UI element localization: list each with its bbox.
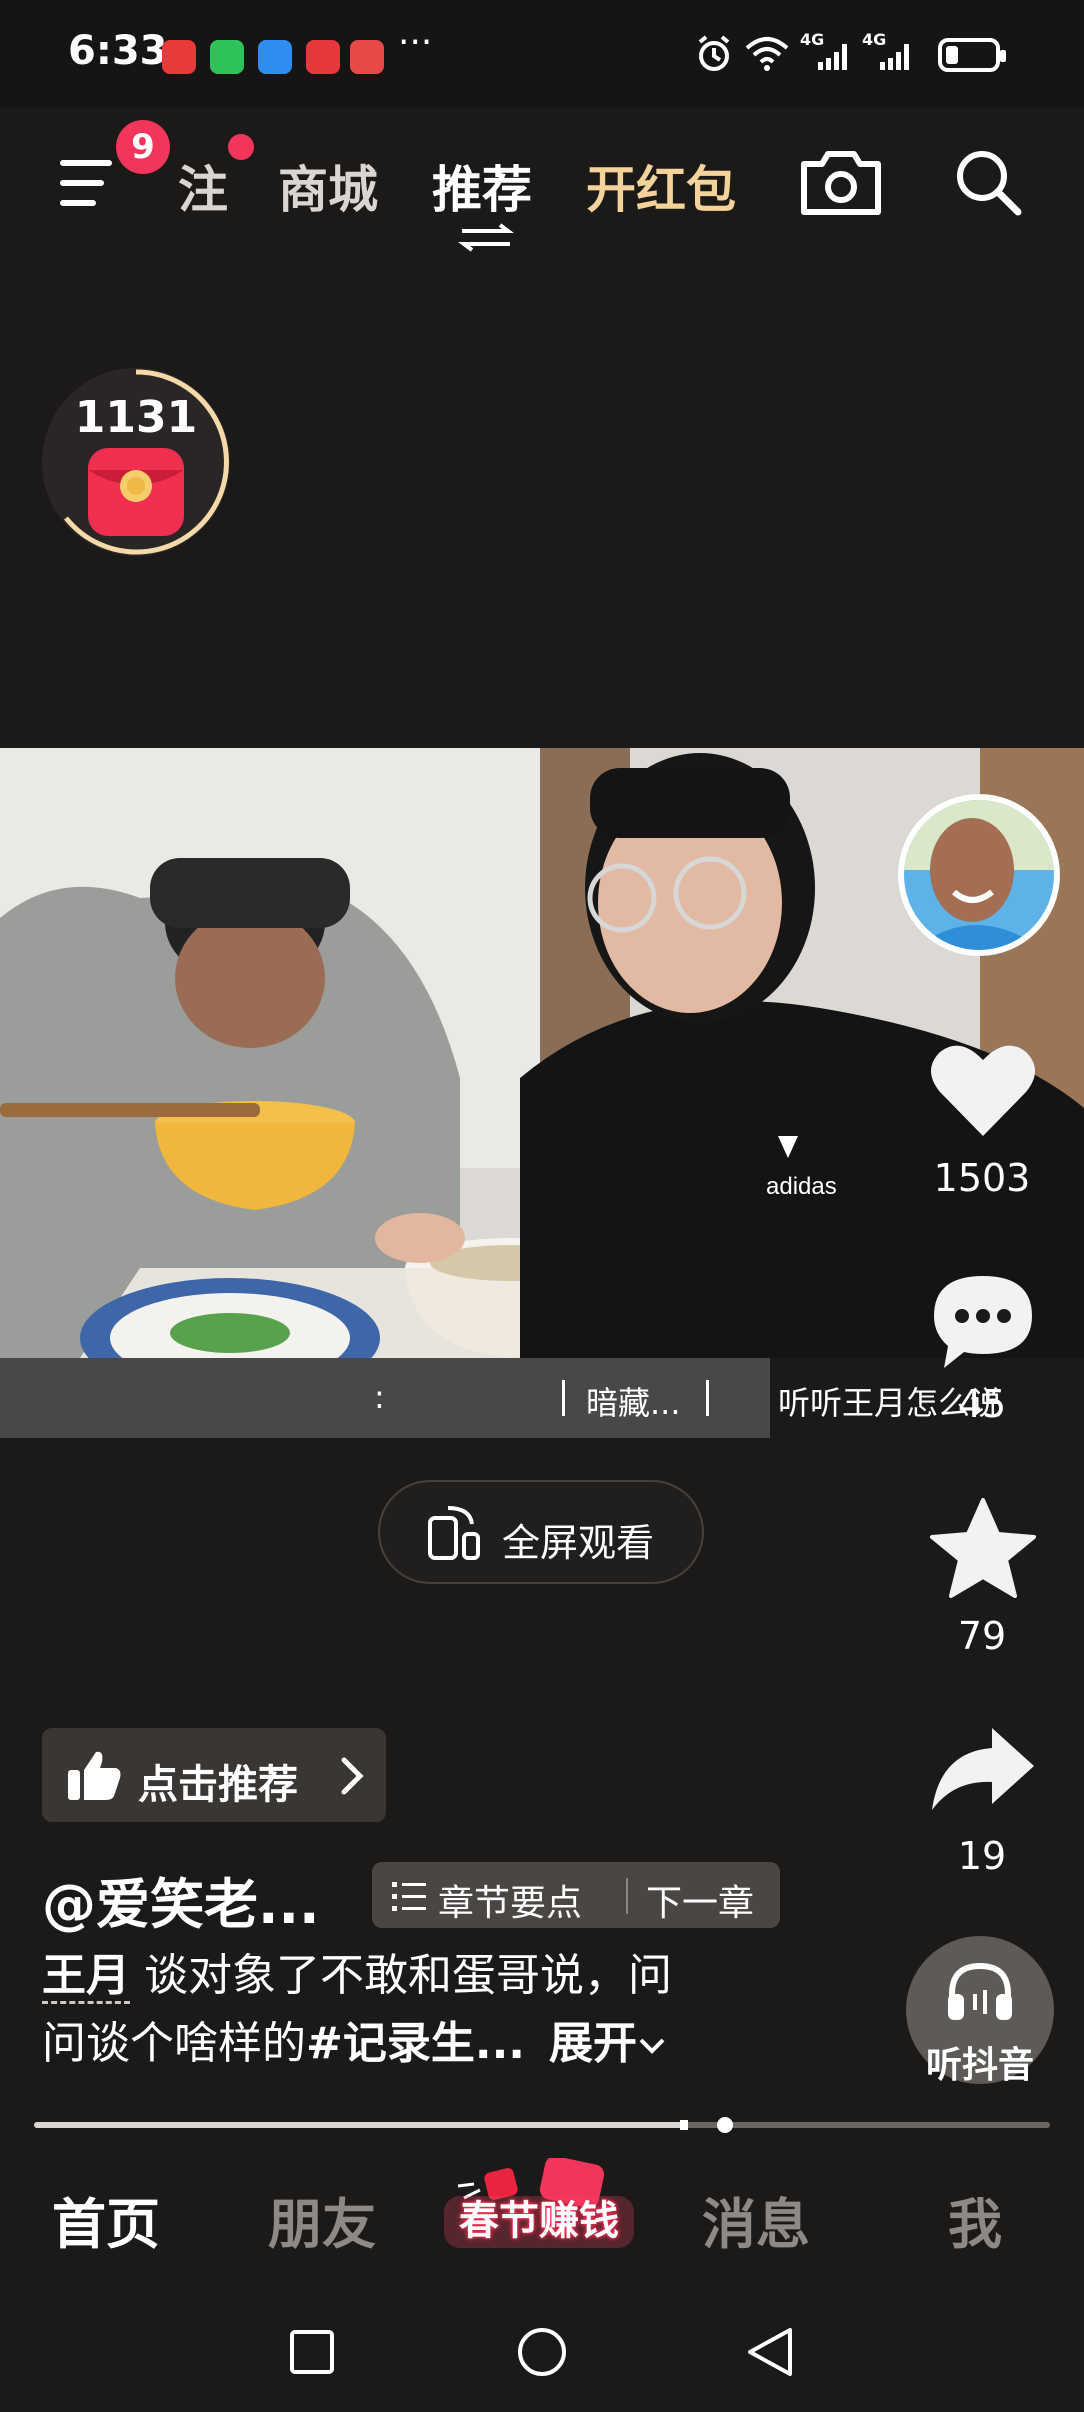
tab-friends[interactable]: 朋友 <box>268 2180 376 2259</box>
tab-mall[interactable]: 商城 <box>278 150 378 222</box>
tab-messages[interactable]: 消息 <box>702 2180 810 2259</box>
signal-icon <box>818 44 847 70</box>
headphones-icon <box>948 1962 1012 2020</box>
recommend-label: 点击推荐 <box>138 1762 298 1808</box>
subtitle-divider-2 <box>706 1380 709 1416</box>
huawei-app-icon <box>162 40 196 74</box>
progress-knob[interactable] <box>716 2117 733 2133</box>
listen-douyin-label: 听抖音 <box>925 2045 1034 2086</box>
chapter-bar: 章节要点 下一章 <box>372 1862 780 1928</box>
back-triangle-icon[interactable] <box>744 2326 796 2378</box>
next-chapter-button[interactable]: 下一章 <box>646 1874 754 1926</box>
menu-badge: 9 <box>116 120 170 174</box>
recent-apps-icon[interactable] <box>288 2328 336 2376</box>
menu-icon[interactable] <box>60 156 120 210</box>
tab-following[interactable]: 注 <box>178 150 228 222</box>
tab-home[interactable]: 首页 <box>52 2180 160 2259</box>
search-icon[interactable] <box>952 146 1024 218</box>
message-app-icon <box>258 40 292 74</box>
signal-icon-2 <box>880 44 909 70</box>
avatar-image <box>904 800 1054 950</box>
description-line-2: 问谈个啥样的#记录生... 展开 <box>42 2010 782 2078</box>
comment-count: 45 <box>957 1382 1007 1426</box>
tab-recommend[interactable]: 推荐 <box>432 150 532 222</box>
favorite-star-icon[interactable] <box>928 1496 1038 1600</box>
red-app-icon <box>306 40 340 74</box>
video-progress-bar[interactable] <box>34 2117 1050 2133</box>
subtitle-mid[interactable]: 暗藏... <box>586 1378 681 1424</box>
hashtag-link[interactable]: #记录生... <box>306 2018 525 2069</box>
chapter-divider <box>626 1878 628 1914</box>
alarm-icon <box>698 35 730 71</box>
battery-icon <box>938 38 1006 72</box>
wifi-icon <box>745 37 789 71</box>
share-count: 19 <box>957 1834 1007 1878</box>
following-dot <box>228 134 254 160</box>
rotate-screen-icon <box>428 1506 480 1560</box>
favorite-count: 79 <box>957 1614 1007 1658</box>
chapter-points-button[interactable]: 章节要点 <box>438 1874 582 1926</box>
chevron-right-icon <box>341 1757 364 1795</box>
description-line-1: 王月 谈对象了不敢和蛋哥说，问 <box>42 1942 782 2010</box>
tab-me[interactable]: 我 <box>948 2180 1002 2259</box>
red-packet-icon <box>88 448 184 536</box>
share-icon[interactable] <box>928 1724 1038 1820</box>
chevron-down-icon <box>639 2038 665 2054</box>
camera-icon[interactable] <box>798 148 884 218</box>
author-name[interactable]: @爱笑老... <box>42 1860 320 1939</box>
comment-icon[interactable] <box>928 1270 1038 1370</box>
tab-red-packet[interactable]: 开红包 <box>586 150 736 222</box>
fullscreen-button[interactable]: 全屏观看 <box>378 1480 704 1584</box>
wechat-app-icon <box>210 40 244 74</box>
home-circle-icon[interactable] <box>516 2326 568 2378</box>
recommend-button[interactable]: 点击推荐 <box>42 1728 386 1822</box>
progress-fill <box>34 2122 685 2128</box>
more-notifications-icon: ··· <box>398 22 433 63</box>
description-text-2: 问谈个啥样的 <box>42 2018 306 2069</box>
like-icon[interactable] <box>928 1040 1038 1140</box>
author-avatar[interactable] <box>898 794 1060 956</box>
jacket-brand-logo: adidas <box>766 1173 837 1200</box>
thumbs-up-icon <box>68 1751 121 1800</box>
list-icon <box>392 1882 426 1911</box>
buffer-marker <box>680 2120 689 2130</box>
status-time: 6:33 <box>68 28 168 74</box>
switch-arrows-icon <box>458 223 514 252</box>
description-text-1: 谈对象了不敢和蛋哥说，问 <box>144 1950 672 2001</box>
tab-spring-earn[interactable]: 春节赚钱 <box>444 2188 634 2246</box>
timer-count: 1131 <box>74 392 198 443</box>
fullscreen-label: 全屏观看 <box>502 1521 655 1565</box>
like-count: 1503 <box>933 1156 1031 1200</box>
subtitle-divider <box>562 1380 565 1416</box>
festival-app-icon <box>350 40 384 74</box>
mention-link[interactable]: 王月 <box>42 1950 130 2004</box>
red-packet-timer[interactable]: 1131 <box>42 368 230 556</box>
subtitle-left: : <box>374 1378 385 1416</box>
expand-button[interactable]: 展开 <box>549 2018 637 2069</box>
